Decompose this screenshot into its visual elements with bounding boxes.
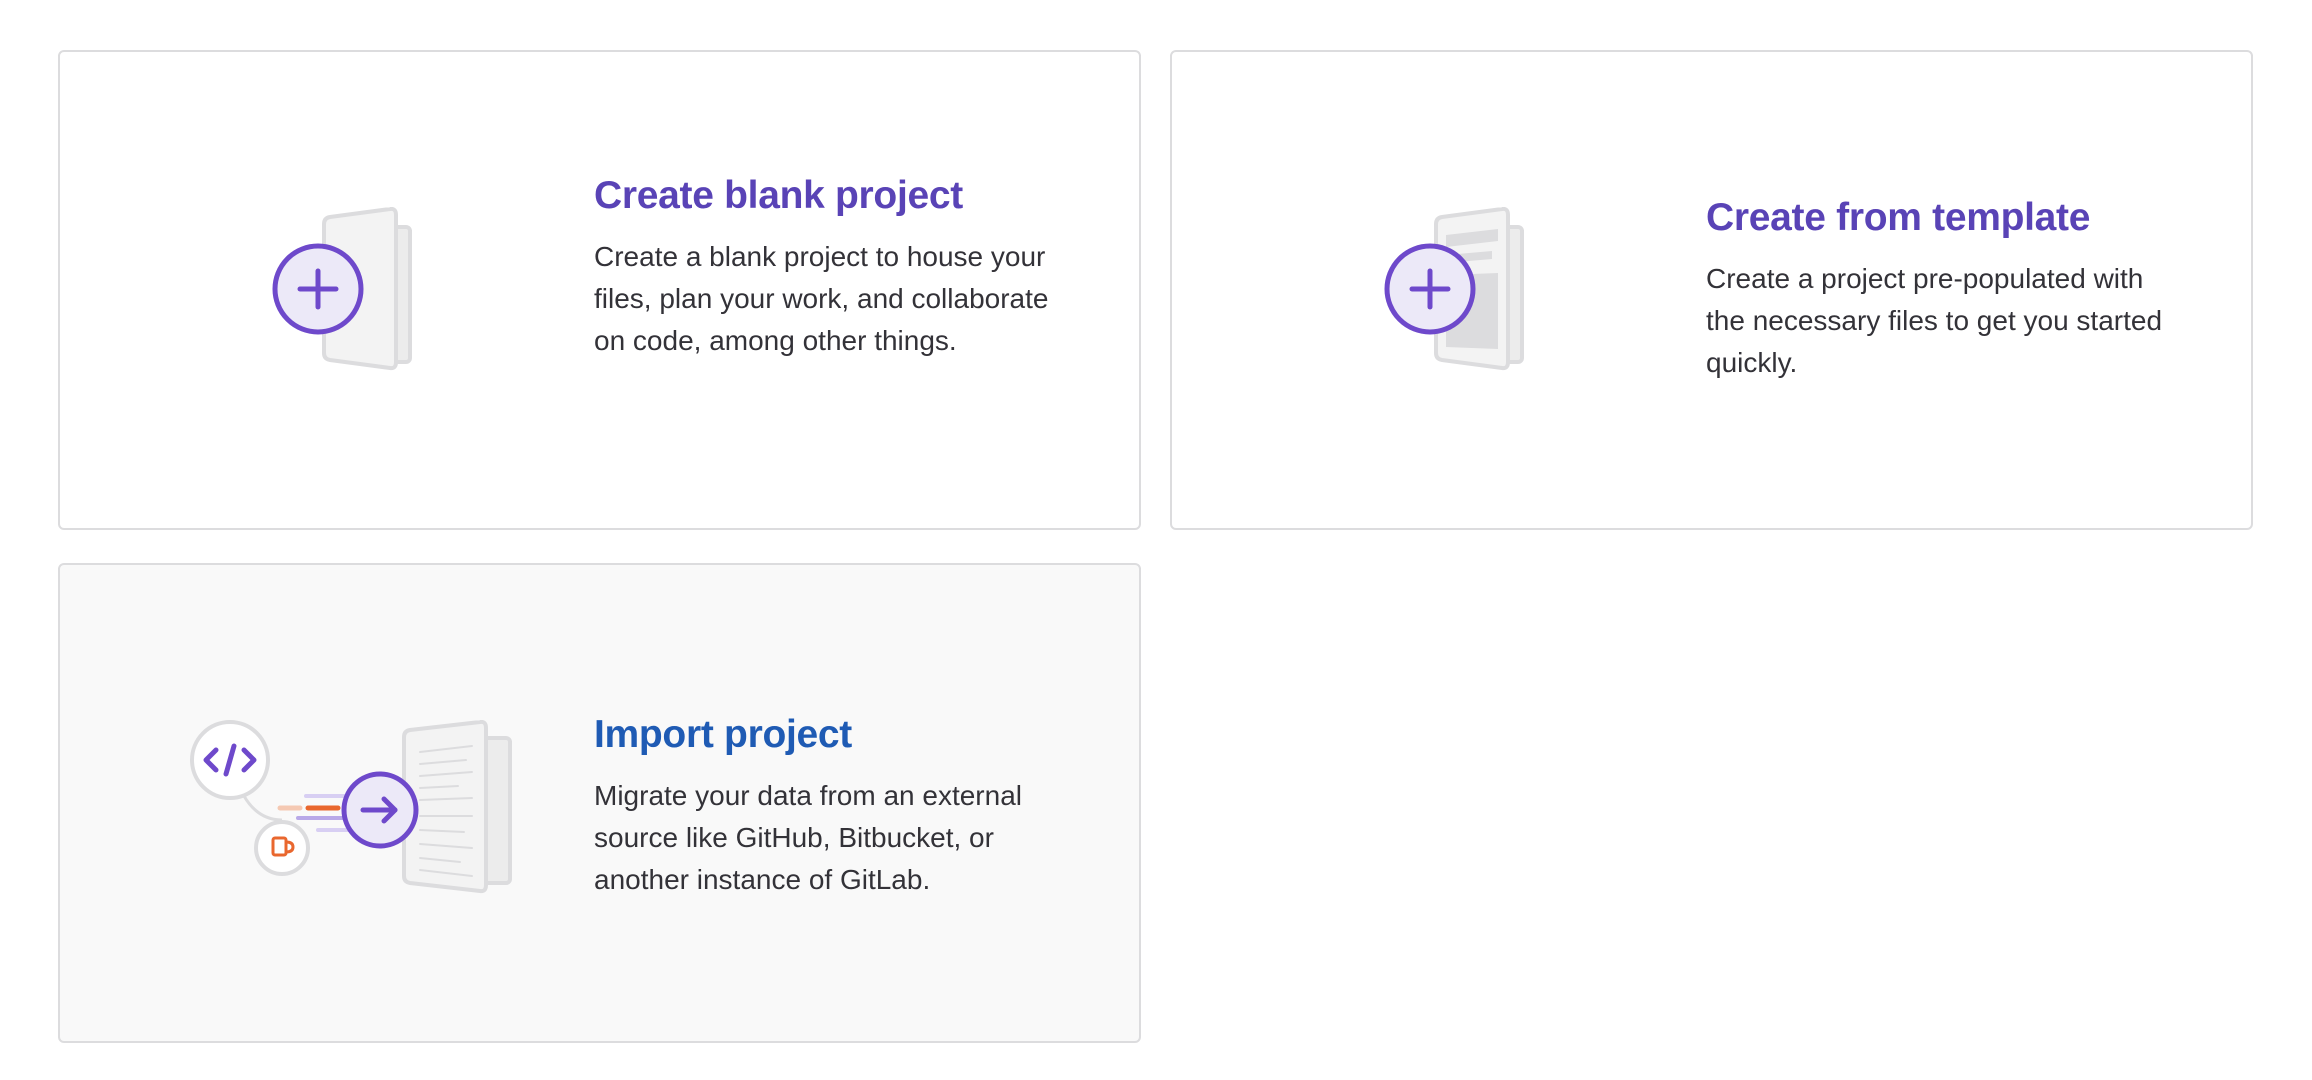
card-description: Create a blank project to house your fil…	[594, 241, 1049, 356]
template-project-text: Create from template Create a project pr…	[1706, 196, 2176, 384]
blank-project-text: Create blank project Create a blank proj…	[594, 174, 1064, 362]
import-project-card[interactable]: Import project Migrate your data from an…	[58, 563, 1141, 1043]
template-project-illustration-icon	[1384, 207, 1524, 371]
create-blank-project-card[interactable]: Create blank project Create a blank proj…	[58, 50, 1141, 530]
card-title: Create from template	[1706, 196, 2091, 239]
card-title: Create blank project	[594, 174, 963, 217]
card-description: Create a project pre-populated with the …	[1706, 263, 2163, 378]
blank-project-illustration-icon	[272, 207, 412, 371]
import-project-illustration-icon	[190, 720, 512, 894]
card-description: Migrate your data from an external sourc…	[594, 780, 1022, 895]
create-from-template-card[interactable]: Create from template Create a project pr…	[1170, 50, 2253, 530]
card-title: Import project	[594, 713, 852, 756]
import-project-text: Import project Migrate your data from an…	[594, 713, 1064, 901]
